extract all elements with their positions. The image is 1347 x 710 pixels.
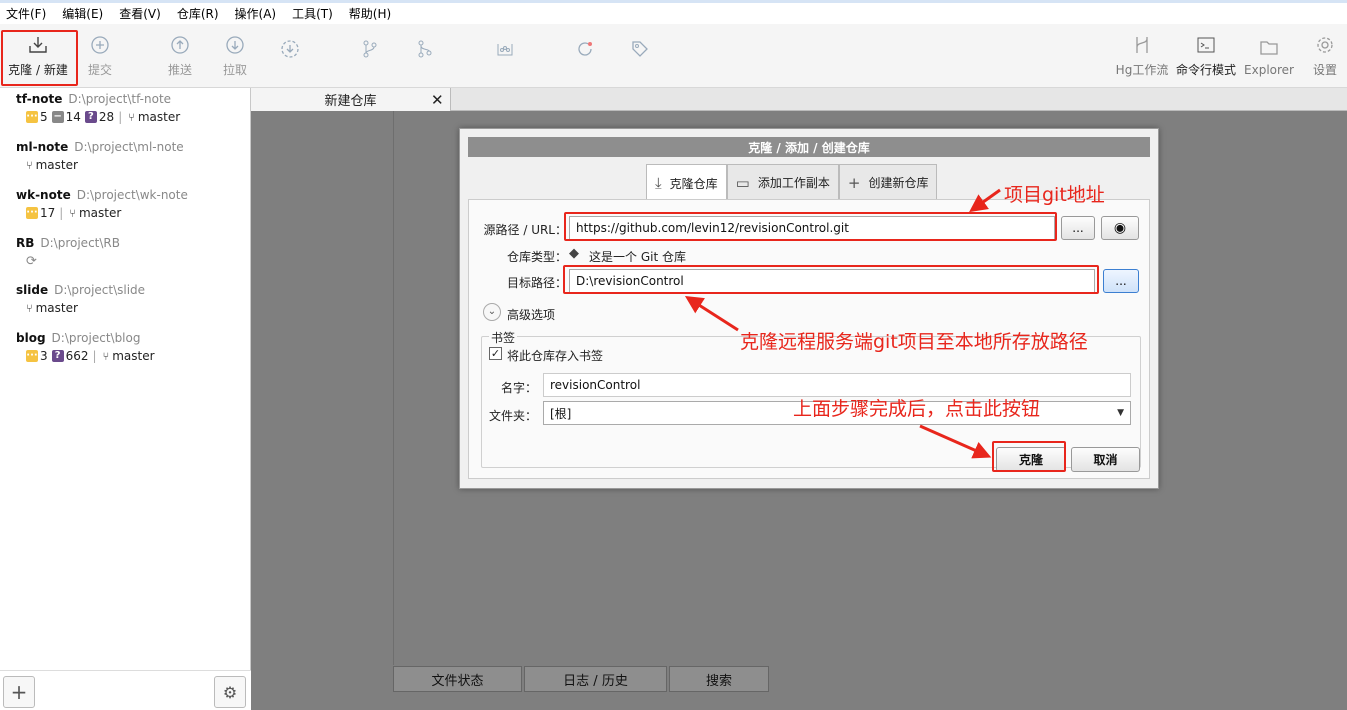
arrow-to-clone [919, 424, 992, 459]
arrow-to-path [684, 296, 739, 332]
annotation-arrows [684, 188, 1001, 459]
arrow-to-url [969, 188, 1001, 213]
